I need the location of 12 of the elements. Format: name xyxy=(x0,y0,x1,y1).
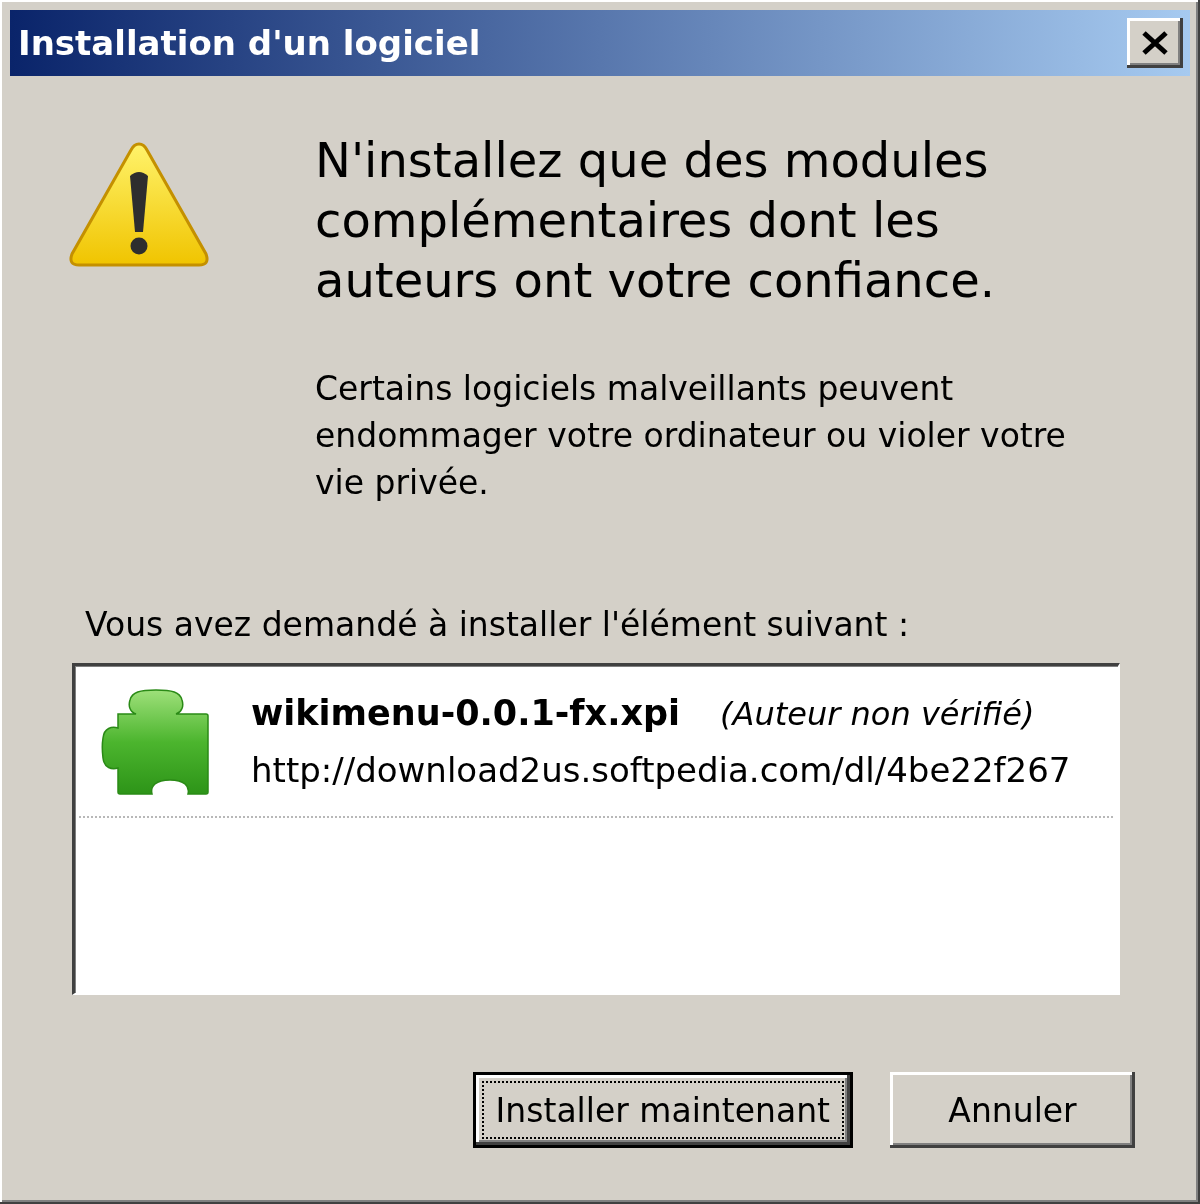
warning-icon xyxy=(68,140,210,270)
cancel-button[interactable]: Annuler xyxy=(890,1072,1135,1148)
install-button[interactable]: Installer maintenant xyxy=(472,1072,853,1148)
author-status: (Auteur non vérifié) xyxy=(720,694,1035,735)
window-title: Installation d'un logiciel xyxy=(18,23,481,63)
close-button[interactable] xyxy=(1127,18,1183,68)
request-label: Vous avez demandé à installer l'élément suivant : xyxy=(85,604,911,646)
warning-message: Certains logiciels malveillants peuvent endommager votre ordinateur ou violer votre vie privée. xyxy=(315,368,1067,504)
close-icon xyxy=(1141,31,1169,55)
file-name: wikimenu-0.0.1-fx.xpi xyxy=(251,692,681,735)
download-url: http://download2us.softpedia.com/dl/4be22f267 xyxy=(251,749,1071,792)
warning-heading: N'installez que des modules complémentaires dont les auteurs ont votre confiance. xyxy=(315,131,996,310)
